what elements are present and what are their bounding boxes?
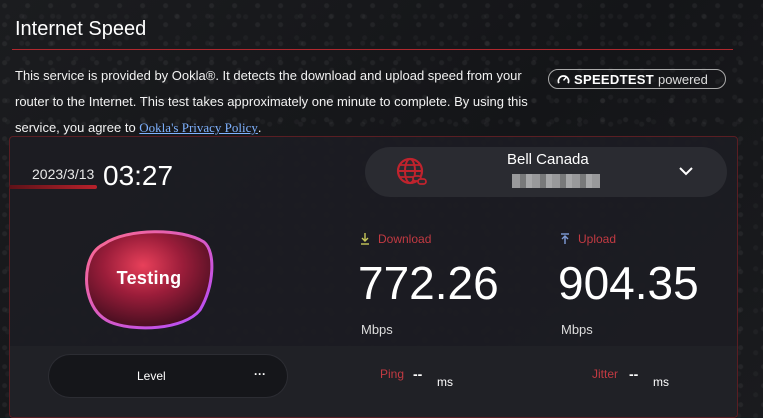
level-selector[interactable] bbox=[49, 355, 287, 397]
isp-redacted-detail bbox=[512, 174, 600, 188]
service-description: This service is provided by Ookla®. It d… bbox=[15, 63, 535, 141]
time-accent-bar bbox=[9, 185, 97, 189]
chevron-down-icon[interactable] bbox=[676, 161, 696, 181]
test-time: 03:27 bbox=[103, 160, 174, 191]
jitter-label: Jitter bbox=[592, 367, 619, 381]
speedtest-gauge-icon bbox=[557, 74, 570, 84]
ping-value: -- bbox=[413, 366, 423, 382]
page-title: Internet Speed bbox=[15, 18, 147, 40]
title-divider bbox=[12, 49, 733, 50]
badge-suffix: powered bbox=[658, 71, 708, 87]
privacy-policy-link[interactable]: Ookla's Privacy Policy bbox=[139, 120, 258, 135]
test-status-label: Testing bbox=[116, 268, 182, 288]
ping-unit: ms bbox=[437, 375, 453, 389]
speedtest-powered-badge: SPEEDTEST powered bbox=[548, 69, 726, 89]
badge-brand: SPEEDTEST bbox=[574, 71, 654, 87]
isp-name: Bell Canada bbox=[507, 151, 589, 168]
level-label: Level bbox=[137, 369, 166, 383]
description-end: . bbox=[257, 120, 262, 135]
download-label: Download bbox=[378, 232, 432, 246]
upload-arrow-icon bbox=[561, 233, 569, 244]
test-date: 2023/3/13 bbox=[32, 166, 95, 182]
upload-label: Upload bbox=[578, 232, 617, 246]
description-text: This service is provided by Ookla®. It d… bbox=[15, 68, 528, 135]
level-value: ··· bbox=[254, 367, 266, 381]
jitter-unit: ms bbox=[653, 375, 669, 389]
upload-value: 904.35 bbox=[558, 257, 699, 309]
upload-unit: Mbps bbox=[561, 322, 593, 337]
download-unit: Mbps bbox=[361, 322, 393, 337]
globe-link-icon bbox=[396, 157, 427, 185]
ping-label: Ping bbox=[380, 367, 405, 381]
download-arrow-icon bbox=[361, 233, 369, 245]
jitter-value: -- bbox=[629, 366, 639, 382]
download-value: 772.26 bbox=[358, 257, 499, 309]
